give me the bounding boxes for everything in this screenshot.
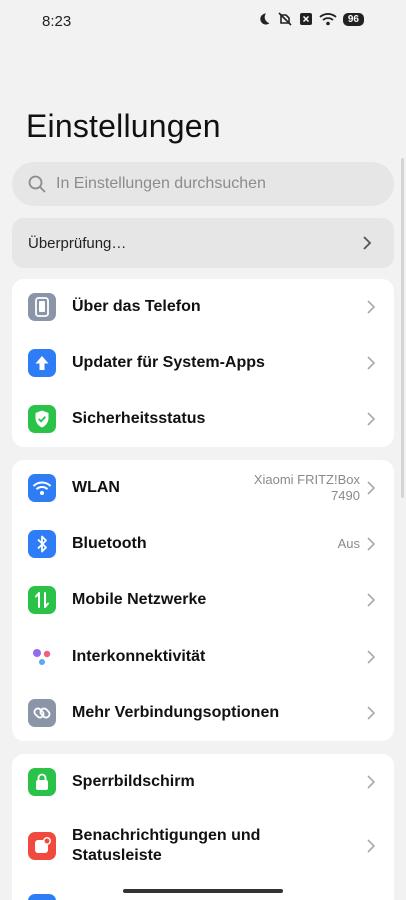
settings-item-wlan[interactable]: WLAN Xiaomi FRITZ!Box 7490 xyxy=(12,460,394,516)
chevron-right-icon xyxy=(367,412,376,426)
settings-card-device: Über das Telefon Updater für System-Apps… xyxy=(12,279,394,447)
page-title: Einstellungen xyxy=(26,108,221,144)
review-label: Überprüfung… xyxy=(28,234,127,252)
settings-item-label: Über das Telefon xyxy=(72,298,201,315)
settings-item-system-updater[interactable]: Updater für System-Apps xyxy=(12,335,394,391)
settings-item-lock-screen[interactable]: Sperrbildschirm xyxy=(12,754,394,810)
sim-x-icon xyxy=(299,13,312,25)
wifi-icon xyxy=(319,13,337,26)
settings-item-security-status[interactable]: Sicherheitsstatus xyxy=(12,391,394,447)
chevron-right-icon xyxy=(367,706,376,720)
chevron-right-icon xyxy=(363,236,372,250)
bluetooth-status: Aus xyxy=(337,536,360,551)
wlan-value-line1: Xiaomi FRITZ!Box xyxy=(253,472,360,487)
link-icon xyxy=(28,699,56,727)
settings-item-label: WLAN xyxy=(72,479,120,496)
interconnect-icon xyxy=(28,643,56,671)
shield-check-icon xyxy=(28,405,56,433)
status-time: 8:23 xyxy=(42,13,72,30)
lock-icon xyxy=(28,768,56,796)
settings-item-label: Benachrichtigungen und Statusleiste xyxy=(72,826,260,866)
wlan-value-line2: 7490 xyxy=(331,488,360,503)
chevron-right-icon xyxy=(367,356,376,370)
chevron-right-icon xyxy=(367,481,376,495)
mute-vibrate-icon xyxy=(278,12,292,26)
chevron-right-icon xyxy=(367,593,376,607)
settings-item-notifications[interactable]: Benachrichtigungen und Statusleiste xyxy=(12,816,394,876)
settings-item-label: Sperrbildschirm xyxy=(72,773,195,790)
settings-item-about-phone[interactable]: Über das Telefon xyxy=(12,279,394,335)
chevron-right-icon xyxy=(367,775,376,789)
arrow-up-icon xyxy=(28,349,56,377)
notifications-label-line1: Benachrichtigungen und xyxy=(72,827,261,844)
settings-card-display: Sperrbildschirm Benachrichtigungen und St… xyxy=(12,754,394,900)
notification-icon xyxy=(28,832,56,860)
settings-card-connectivity: WLAN Xiaomi FRITZ!Box 7490 Bluetooth Aus … xyxy=(12,460,394,741)
chevron-right-icon xyxy=(367,537,376,551)
partial-item-icon xyxy=(28,894,56,900)
notifications-label-line2: Statusleiste xyxy=(72,847,162,864)
review-row[interactable]: Überprüfung… xyxy=(12,218,394,268)
settings-item-label: Updater für System-Apps xyxy=(72,354,265,371)
settings-item-bluetooth[interactable]: Bluetooth Aus xyxy=(12,516,394,572)
status-bar: 8:23 96 xyxy=(0,0,406,42)
chevron-right-icon xyxy=(367,839,376,853)
settings-item-interconnectivity[interactable]: Interkonnektivität xyxy=(12,629,394,685)
settings-item-label: Interkonnektivität xyxy=(72,648,206,665)
moon-icon xyxy=(260,13,270,25)
chevron-right-icon xyxy=(367,300,376,314)
phone-icon xyxy=(28,293,56,321)
battery-icon: 96 xyxy=(342,12,364,26)
settings-item-partial xyxy=(12,892,394,900)
home-indicator[interactable] xyxy=(123,889,283,893)
settings-item-label: Mobile Netzwerke xyxy=(72,591,207,608)
settings-item-label: Bluetooth xyxy=(72,535,147,552)
mobile-data-icon xyxy=(28,586,56,614)
settings-item-label: Mehr Verbindungsoptionen xyxy=(72,704,280,721)
search-input[interactable] xyxy=(56,175,356,193)
status-icons: 96 xyxy=(257,12,364,26)
bluetooth-icon xyxy=(28,530,56,558)
chevron-right-icon xyxy=(367,650,376,664)
scrollbar[interactable] xyxy=(401,158,404,498)
wifi-icon xyxy=(28,474,56,502)
wlan-network-name: Xiaomi FRITZ!Box 7490 xyxy=(254,472,360,504)
search-icon xyxy=(28,175,46,193)
settings-item-more-connections[interactable]: Mehr Verbindungsoptionen xyxy=(12,685,394,741)
settings-item-mobile-networks[interactable]: Mobile Netzwerke xyxy=(12,572,394,628)
search-bar[interactable] xyxy=(12,162,394,206)
settings-item-label: Sicherheitsstatus xyxy=(72,410,206,427)
